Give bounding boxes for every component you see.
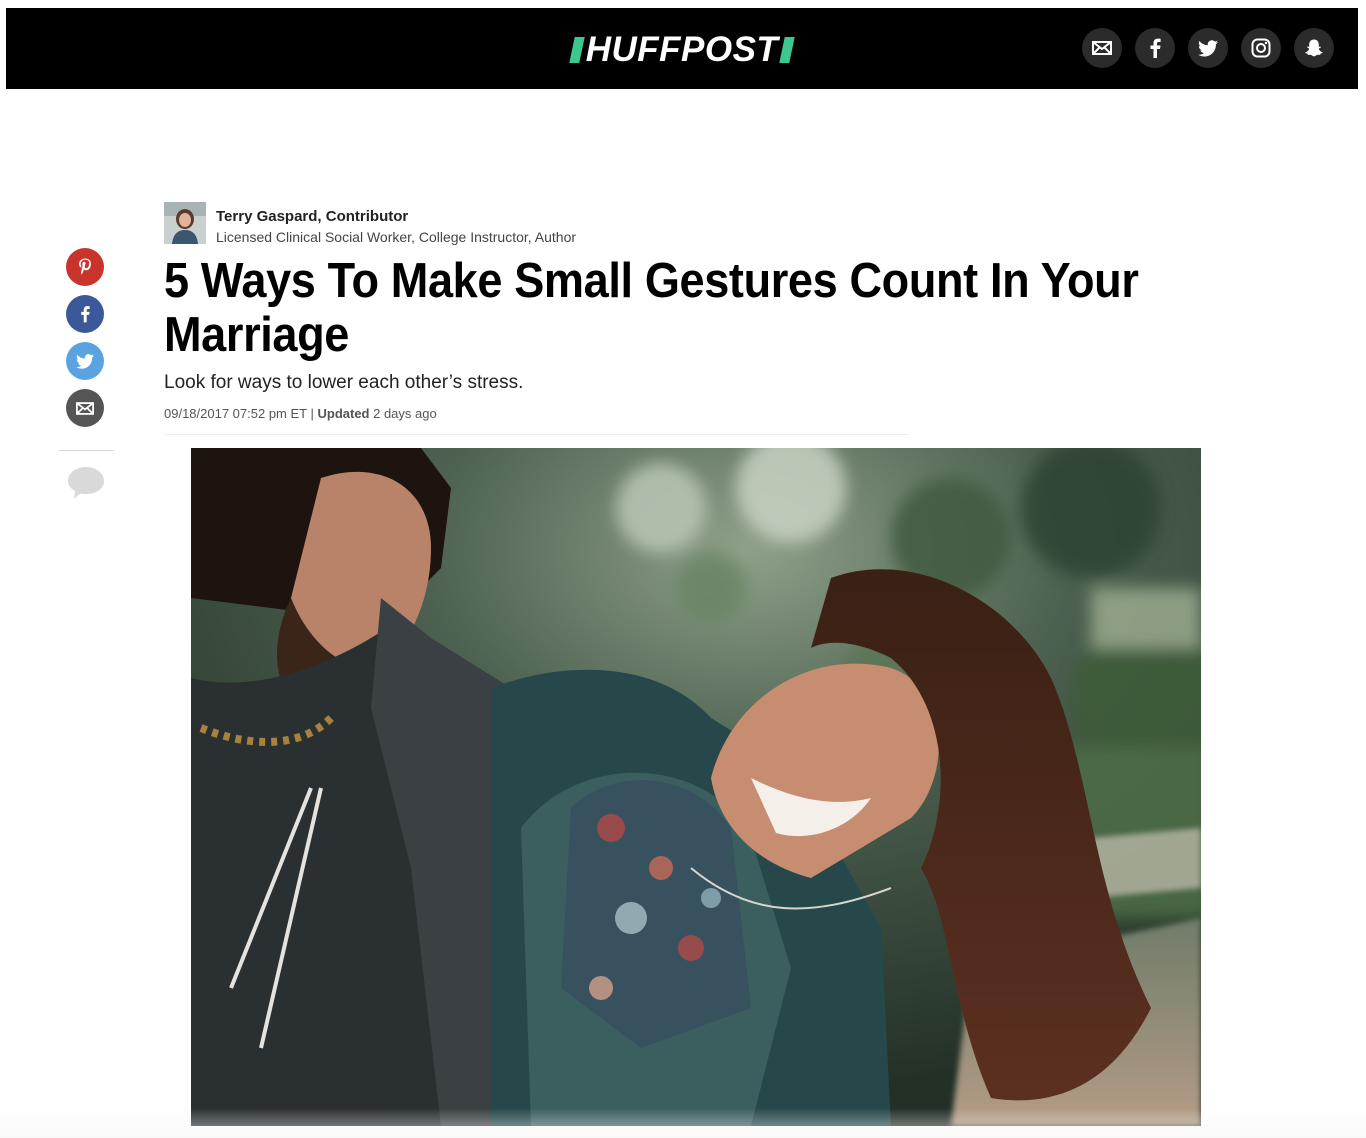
pinterest-icon <box>79 258 91 275</box>
author-bio: Licensed Clinical Social Worker, College… <box>216 229 577 245</box>
share-pinterest-button[interactable] <box>66 248 104 286</box>
share-facebook-button[interactable] <box>66 295 104 333</box>
facebook-icon <box>1150 38 1161 58</box>
article-dek: Look for ways to lower each other’s stre… <box>164 372 524 393</box>
facebook-icon <box>81 306 90 323</box>
author-name[interactable]: Terry Gaspard, Contributor <box>216 208 408 225</box>
comment-icon <box>68 467 104 499</box>
instagram-icon <box>1251 38 1271 58</box>
logo-accent-left <box>568 37 585 63</box>
share-email-button[interactable] <box>66 389 104 427</box>
header-facebook-button[interactable] <box>1135 28 1175 68</box>
article-headline: 5 Ways To Make Small Gestures Count In Y… <box>164 254 1139 362</box>
email-icon <box>1092 41 1112 55</box>
header-email-button[interactable] <box>1082 28 1122 68</box>
share-rail <box>59 248 114 499</box>
updated-label: Updated <box>317 406 370 421</box>
author-avatar[interactable] <box>164 202 206 244</box>
header-social-links <box>1082 28 1334 68</box>
header-snapchat-button[interactable] <box>1294 28 1334 68</box>
twitter-icon <box>76 353 94 369</box>
share-divider <box>59 450 114 451</box>
logo-text: HUFFPOST <box>585 30 779 69</box>
header-twitter-button[interactable] <box>1188 28 1228 68</box>
twitter-icon <box>1198 39 1218 56</box>
article-timestamp: 09/18/2017 07:52 pm ET | Updated 2 days … <box>164 406 437 421</box>
snapchat-icon <box>1305 39 1323 57</box>
header-instagram-button[interactable] <box>1241 28 1281 68</box>
share-twitter-button[interactable] <box>66 342 104 380</box>
logo-accent-right <box>779 37 796 63</box>
comments-button[interactable] <box>66 466 106 505</box>
timestamp-separator: | <box>306 406 318 421</box>
published-date: 09/18/2017 07:52 pm ET <box>164 406 307 421</box>
hero-image[interactable] <box>191 448 1201 1126</box>
email-icon <box>76 401 94 415</box>
site-header: HUFFPOST <box>6 8 1358 89</box>
updated-value: 2 days ago <box>369 406 437 421</box>
meta-divider <box>164 434 909 435</box>
